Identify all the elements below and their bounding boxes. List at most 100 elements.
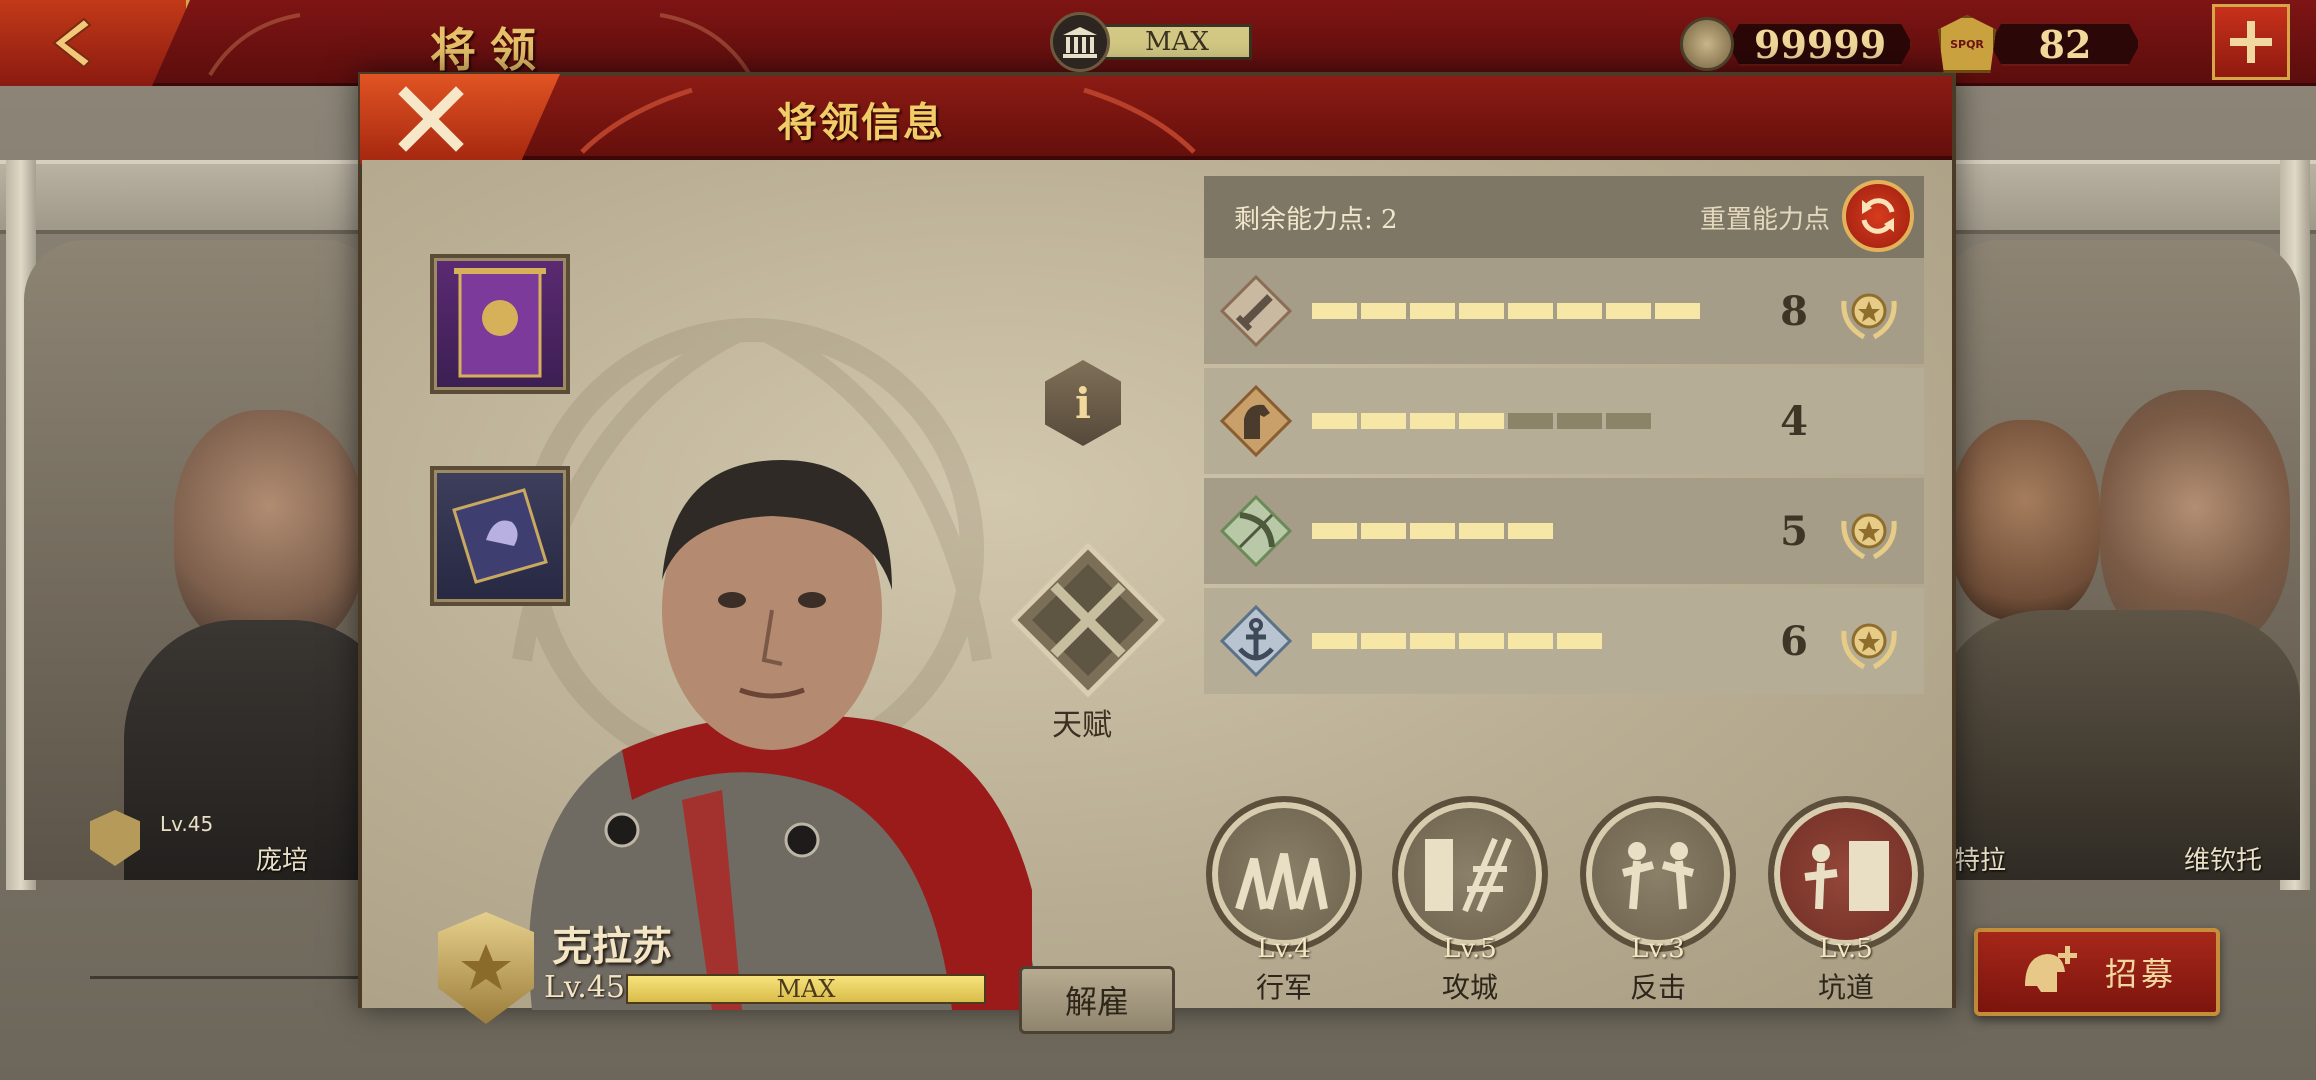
- stat-pip: [1655, 303, 1700, 319]
- stat-pip: [1508, 413, 1553, 429]
- coin-value: 99999: [1728, 22, 1912, 66]
- reset-points-button[interactable]: [1842, 180, 1914, 252]
- stat-value: 5: [1780, 507, 1808, 555]
- stat-pip: [1508, 633, 1553, 649]
- spqr-counter[interactable]: SPQR 82: [1938, 15, 2140, 73]
- legion-banner-icon: [454, 268, 546, 378]
- hero-name: 维钦托: [2184, 846, 2263, 876]
- skill-level: Lv.5: [1819, 934, 1873, 964]
- stat-pip: [1410, 413, 1455, 429]
- stat-pip: [1361, 413, 1406, 429]
- building-level-indicator[interactable]: MAX: [1050, 12, 1260, 72]
- stat-pips: [1312, 633, 1602, 649]
- skill-name: 攻城: [1441, 971, 1498, 1004]
- reset-points-label: 重置能力点: [1699, 204, 1830, 235]
- divider: [90, 976, 370, 979]
- hero-name: 克拉苏: [552, 923, 672, 970]
- ability-panel: 剩余能力点: 2 重置能力点 8 4 5 6: [1204, 176, 1924, 704]
- stat-row-cavalry[interactable]: 4: [1204, 368, 1924, 474]
- hero-level: Lv.45: [160, 812, 214, 836]
- stat-row-navy[interactable]: 6: [1204, 588, 1924, 694]
- hero-armor: [124, 620, 384, 880]
- back-button[interactable]: [0, 0, 190, 86]
- horse-icon: [1220, 385, 1292, 457]
- sword-icon: [1220, 275, 1292, 347]
- stat-pip: [1508, 523, 1553, 539]
- skill-tunnel[interactable]: Lv.5 坑道: [1768, 796, 1924, 1006]
- stat-pip: [1361, 633, 1406, 649]
- skill-counterattack[interactable]: Lv.3 反击: [1580, 796, 1736, 1006]
- skills-row: Lv.4 行军 Lv.5 攻城 Lv.3 反击 Lv.5 坑道: [1206, 796, 1946, 1006]
- hero-name: 庞培: [256, 846, 309, 876]
- stat-pip: [1606, 413, 1651, 429]
- stat-pip: [1410, 303, 1455, 319]
- banner-slot[interactable]: [430, 254, 570, 394]
- laurel-decoration-icon: [1083, 87, 1196, 154]
- stat-pip: [1508, 303, 1553, 319]
- hero-card-right[interactable]: 特拉 维钦托: [1940, 240, 2300, 880]
- stat-pip: [1312, 413, 1357, 429]
- dismiss-button[interactable]: 解雇: [1019, 966, 1175, 1034]
- stat-pip: [1606, 303, 1651, 319]
- stat-pip: [1459, 633, 1504, 649]
- stat-pip: [1557, 303, 1602, 319]
- add-currency-button[interactable]: [2212, 4, 2290, 80]
- hero-portrait: [174, 410, 364, 650]
- rank-badge-icon: [438, 912, 534, 1024]
- march-skill-icon: [1206, 796, 1362, 952]
- skill-level: Lv.3: [1631, 934, 1685, 964]
- spqr-value: 82: [1990, 22, 2140, 66]
- stat-pips: [1312, 303, 1700, 319]
- general-info-dialog: 将领信息 i 天赋 克拉苏 Lv.45 MAX 解雇 剩余能力点: 2 重置能力…: [358, 72, 1956, 1034]
- hero-level: Lv.45: [544, 970, 626, 1005]
- skill-march[interactable]: Lv.4 行军: [1206, 796, 1362, 1006]
- info-icon: i: [1075, 378, 1091, 428]
- talent-label: 天赋: [1052, 708, 1112, 743]
- building-level-value: MAX: [1102, 24, 1252, 60]
- recruit-button[interactable]: 招募: [1974, 928, 2220, 1016]
- hero-name: 特拉: [1954, 846, 2007, 876]
- anchor-icon: [1220, 605, 1292, 677]
- stat-row-attack[interactable]: 8: [1204, 258, 1924, 364]
- skill-name: 行军: [1255, 971, 1312, 1004]
- laurel-decoration-icon: [208, 13, 301, 77]
- skill-level: Lv.4: [1257, 934, 1311, 964]
- skill-name: 反击: [1629, 971, 1686, 1004]
- stat-pip: [1459, 523, 1504, 539]
- stat-pip: [1557, 633, 1602, 649]
- refresh-icon: [1861, 198, 1895, 234]
- back-arrow-icon: [52, 17, 92, 69]
- laurel-star-badge-icon: [1841, 623, 1897, 670]
- stat-value: 8: [1780, 287, 1808, 335]
- stat-pip: [1312, 303, 1357, 319]
- stat-pips: [1312, 523, 1553, 539]
- skill-level: Lv.5: [1443, 934, 1497, 964]
- laurel-decoration-icon: [580, 87, 693, 154]
- stat-pip: [1361, 303, 1406, 319]
- dialog-title: 将领信息: [777, 99, 945, 146]
- stat-pip: [1312, 523, 1357, 539]
- hero-name-block: 克拉苏 Lv.45 MAX: [438, 912, 1038, 1032]
- skill-siege[interactable]: Lv.5 攻城: [1392, 796, 1548, 1006]
- ability-points-header: 剩余能力点: 2 重置能力点: [1204, 176, 1924, 258]
- remaining-points-label: 剩余能力点: 2: [1234, 204, 1398, 235]
- dialog-body: i 天赋 克拉苏 Lv.45 MAX 解雇 剩余能力点: 2 重置能力点 8 4…: [362, 160, 1952, 1034]
- tunnel-skill-icon: [1768, 796, 1924, 952]
- plus-icon: [2230, 21, 2272, 63]
- dialog-header: 将领信息: [362, 76, 1952, 160]
- stat-pip: [1361, 523, 1406, 539]
- hero-portrait: [1950, 420, 2100, 620]
- crossed-swords-icon: [1010, 542, 1166, 698]
- counterattack-skill-icon: [1580, 796, 1736, 952]
- talent-button[interactable]: [1010, 542, 1166, 698]
- close-icon: [398, 86, 464, 152]
- hero-card-left[interactable]: Lv.45 庞培: [24, 240, 384, 880]
- coin-counter[interactable]: 99999: [1680, 16, 1912, 72]
- stat-pip: [1557, 413, 1602, 429]
- stat-row-archery[interactable]: 5: [1204, 478, 1924, 584]
- stat-value: 4: [1780, 397, 1808, 445]
- helmet-plus-icon: [2024, 946, 2077, 992]
- bow-icon: [1220, 495, 1292, 567]
- stat-pips: [1312, 413, 1651, 429]
- laurel-star-badge-icon: [1841, 293, 1897, 340]
